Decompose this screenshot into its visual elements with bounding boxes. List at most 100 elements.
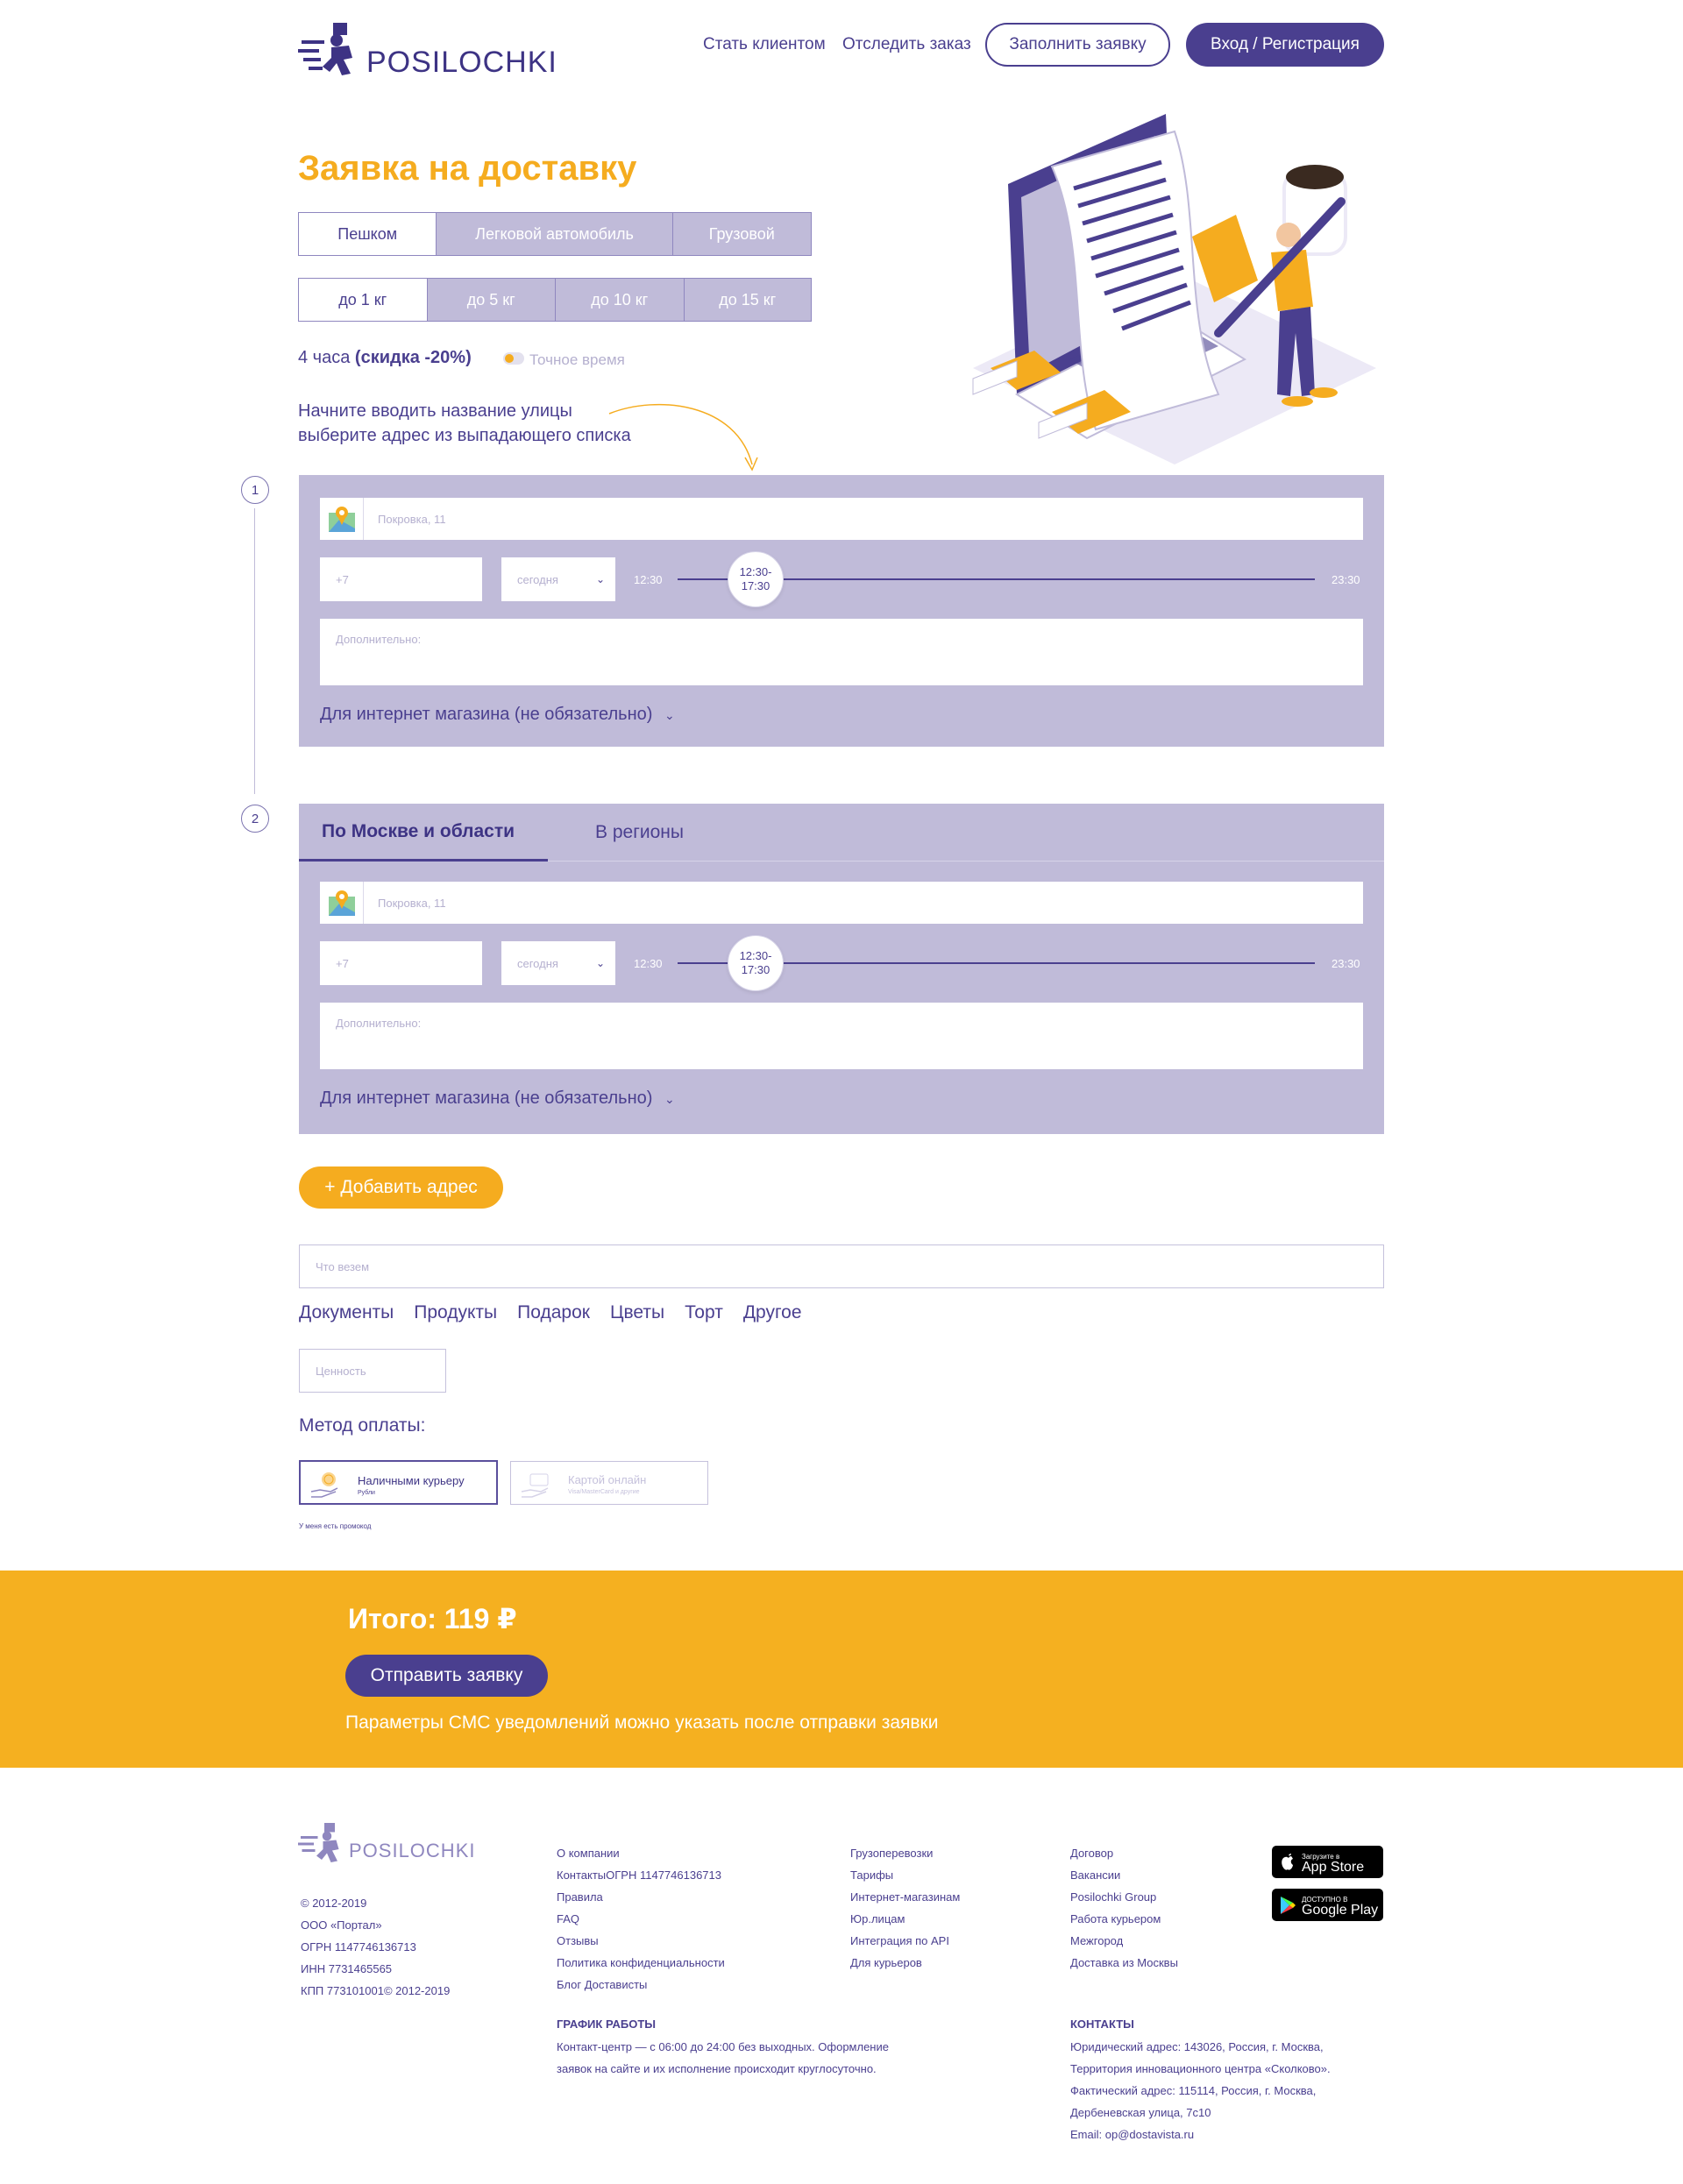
tag-cake[interactable]: Торт bbox=[685, 1302, 723, 1323]
footer-link[interactable]: Отзывы bbox=[557, 1930, 725, 1952]
day-select-value: сегодня bbox=[517, 956, 558, 970]
tab-regions-label: В регионы bbox=[595, 822, 684, 842]
pay-cash-option[interactable]: Наличными курьеру Рубли bbox=[299, 1460, 498, 1505]
company-line: ИНН 7731465565 bbox=[301, 1962, 393, 1975]
tab-on-foot[interactable]: Пешком bbox=[299, 213, 437, 255]
footer-link[interactable]: Интеграция по API bbox=[850, 1930, 960, 1952]
tag-flowers[interactable]: Цветы bbox=[610, 1302, 664, 1323]
value-input[interactable]: Ценность bbox=[299, 1349, 446, 1393]
cash-hand-icon bbox=[310, 1472, 338, 1498]
online-shop-toggle[interactable]: Для интернет магазина (не обязательно) ⌄ bbox=[320, 705, 675, 725]
time-slider-handle[interactable]: 12:30- 17:30 bbox=[728, 935, 784, 991]
tab-weight-10kg[interactable]: до 10 кг bbox=[555, 279, 684, 321]
footer-link[interactable]: Грузоперевозки bbox=[850, 1842, 960, 1864]
footer-link[interactable]: Межгород bbox=[1070, 1930, 1178, 1952]
exact-time-label: Точное время bbox=[529, 351, 625, 368]
footer-link[interactable]: Работа курьером bbox=[1070, 1908, 1178, 1930]
footer-link[interactable]: Интернет-магазинам bbox=[850, 1886, 960, 1908]
delivery-time: 4 часа (скидка -20%) bbox=[298, 348, 472, 368]
promo-code-link[interactable]: У меня есть промокод bbox=[299, 1522, 371, 1530]
footer-link[interactable]: КонтактыОГРН 1147746136713 bbox=[557, 1864, 725, 1886]
tab-weight-5kg[interactable]: до 5 кг bbox=[426, 279, 555, 321]
delivery-illustration bbox=[972, 114, 1376, 464]
footer-col-1: О компании КонтактыОГРН 1147746136713 Пр… bbox=[557, 1842, 725, 1996]
contacts-line: Территория инновационного центра «Сколко… bbox=[1070, 2062, 1331, 2075]
appstore-big-text: App Store bbox=[1302, 1859, 1365, 1875]
hint-arrow-icon bbox=[608, 403, 758, 472]
knob-line-1: 12:30- bbox=[739, 565, 772, 578]
logo[interactable]: POSILOCHKI bbox=[298, 19, 557, 82]
time-slider-handle[interactable]: 12:30- 17:30 bbox=[728, 551, 784, 607]
tag-documents[interactable]: Документы bbox=[299, 1302, 394, 1323]
knob-line-2: 17:30 bbox=[741, 963, 770, 976]
chevron-down-icon: ⌄ bbox=[595, 573, 605, 585]
day-select-value: сегодня bbox=[517, 572, 558, 586]
gplay-big-text: Google Play bbox=[1302, 1902, 1379, 1918]
tag-other[interactable]: Другое bbox=[743, 1302, 802, 1323]
nav-track-order[interactable]: Отследить заказ bbox=[842, 35, 971, 54]
address-input[interactable]: Покровка, 11 bbox=[320, 882, 1363, 924]
footer-col-2: Грузоперевозки Тарифы Интернет-магазинам… bbox=[850, 1842, 960, 1974]
transport-tabs: Пешком Легковой автомобиль Грузовой bbox=[298, 212, 812, 256]
tab-weight-15kg[interactable]: до 15 кг bbox=[683, 279, 811, 321]
address-hint: Начните вводить название улицы выберите … bbox=[298, 399, 631, 448]
online-shop-toggle[interactable]: Для интернет магазина (не обязательно) ⌄ bbox=[320, 1088, 675, 1109]
extra-info-input[interactable]: Дополнительно: bbox=[320, 1003, 1363, 1069]
pay-card-label: Картой онлайн bbox=[568, 1473, 647, 1486]
footer-link[interactable]: FAQ bbox=[557, 1908, 725, 1930]
footer-link[interactable]: Правила bbox=[557, 1886, 725, 1908]
tab-moscow-region[interactable]: По Москве и области bbox=[299, 804, 548, 862]
submit-request-button[interactable]: Отправить заявку bbox=[345, 1655, 548, 1697]
add-address-button[interactable]: + Добавить адрес bbox=[299, 1166, 503, 1209]
footer-link[interactable]: Тарифы bbox=[850, 1864, 960, 1886]
google-play-button[interactable]: ДОСТУПНО В Google Play bbox=[1272, 1889, 1383, 1921]
online-shop-label: Для интернет магазина (не обязательно) bbox=[320, 1088, 653, 1108]
contacts-line: Дербеневская улица, 7с10 bbox=[1070, 2106, 1211, 2119]
contacts-email[interactable]: Email: op@dostavista.ru bbox=[1070, 2124, 1331, 2145]
chevron-down-icon: ⌄ bbox=[664, 1092, 675, 1106]
tab-truck[interactable]: Грузовой bbox=[671, 213, 811, 255]
footer-link[interactable]: Политика конфиденциальности bbox=[557, 1952, 725, 1974]
time-end-label: 23:30 bbox=[1331, 957, 1360, 970]
phone-input[interactable]: +7 bbox=[320, 557, 482, 601]
phone-input[interactable]: +7 bbox=[320, 941, 482, 985]
day-select[interactable]: сегодня ⌄ bbox=[501, 941, 615, 985]
footer-link[interactable]: Договор bbox=[1070, 1842, 1178, 1864]
footer-link[interactable]: Блог Достависты bbox=[557, 1974, 725, 1996]
nav-become-client[interactable]: Стать клиентом bbox=[703, 35, 826, 54]
total-bar: Итого: 119 ₽ Отправить заявку Параметры … bbox=[0, 1571, 1683, 1768]
tab-car[interactable]: Легковой автомобиль bbox=[436, 213, 672, 255]
cargo-tags: Документы Продукты Подарок Цветы Торт Др… bbox=[299, 1302, 802, 1323]
card-hand-icon bbox=[521, 1473, 549, 1498]
schedule-line: Контакт-центр — с 06:00 до 24:00 без вых… bbox=[557, 2040, 889, 2053]
contacts-title: КОНТАКТЫ bbox=[1070, 2017, 1134, 2031]
footer-link[interactable]: Доставка из Москвы bbox=[1070, 1952, 1178, 1974]
pay-card-option[interactable]: Картой онлайн Visa/MasterCard и другие bbox=[510, 1461, 708, 1505]
footer-link[interactable]: Для курьеров bbox=[850, 1952, 960, 1974]
app-store-button[interactable]: Загрузите в App Store bbox=[1272, 1846, 1383, 1878]
exact-time-toggle[interactable] bbox=[503, 352, 524, 365]
tag-gift[interactable]: Подарок bbox=[517, 1302, 590, 1323]
footer-logo[interactable]: POSILOCHKI bbox=[298, 1820, 474, 1868]
footer-logo-text: POSILOCHKI bbox=[349, 1840, 476, 1861]
tab-regions[interactable]: В регионы bbox=[595, 804, 684, 862]
map-pin-icon[interactable] bbox=[320, 498, 364, 540]
cargo-input[interactable]: Что везем bbox=[299, 1244, 1384, 1288]
map-pin-icon[interactable] bbox=[320, 882, 364, 924]
time-start-label: 12:30 bbox=[634, 573, 663, 586]
footer-link[interactable]: Вакансии bbox=[1070, 1864, 1178, 1886]
footer-link[interactable]: Юр.лицам bbox=[850, 1908, 960, 1930]
address-placeholder: Покровка, 11 bbox=[378, 512, 446, 526]
apple-icon bbox=[1282, 1853, 1293, 1870]
footer-link[interactable]: О компании bbox=[557, 1842, 725, 1864]
footer-link[interactable]: Posilochki Group bbox=[1070, 1886, 1178, 1908]
extra-info-input[interactable]: Дополнительно: bbox=[320, 619, 1363, 685]
tab-weight-1kg[interactable]: до 1 кг bbox=[299, 279, 427, 321]
tag-products[interactable]: Продукты bbox=[414, 1302, 497, 1323]
payment-title: Метод оплаты: bbox=[299, 1415, 426, 1436]
address-input[interactable]: Покровка, 11 bbox=[320, 498, 1363, 540]
day-select[interactable]: сегодня ⌄ bbox=[501, 557, 615, 601]
logo-text: POSILOCHKI bbox=[366, 46, 557, 79]
login-register-button[interactable]: Вход / Регистрация bbox=[1186, 23, 1384, 67]
fill-request-button[interactable]: Заполнить заявку bbox=[985, 23, 1170, 67]
